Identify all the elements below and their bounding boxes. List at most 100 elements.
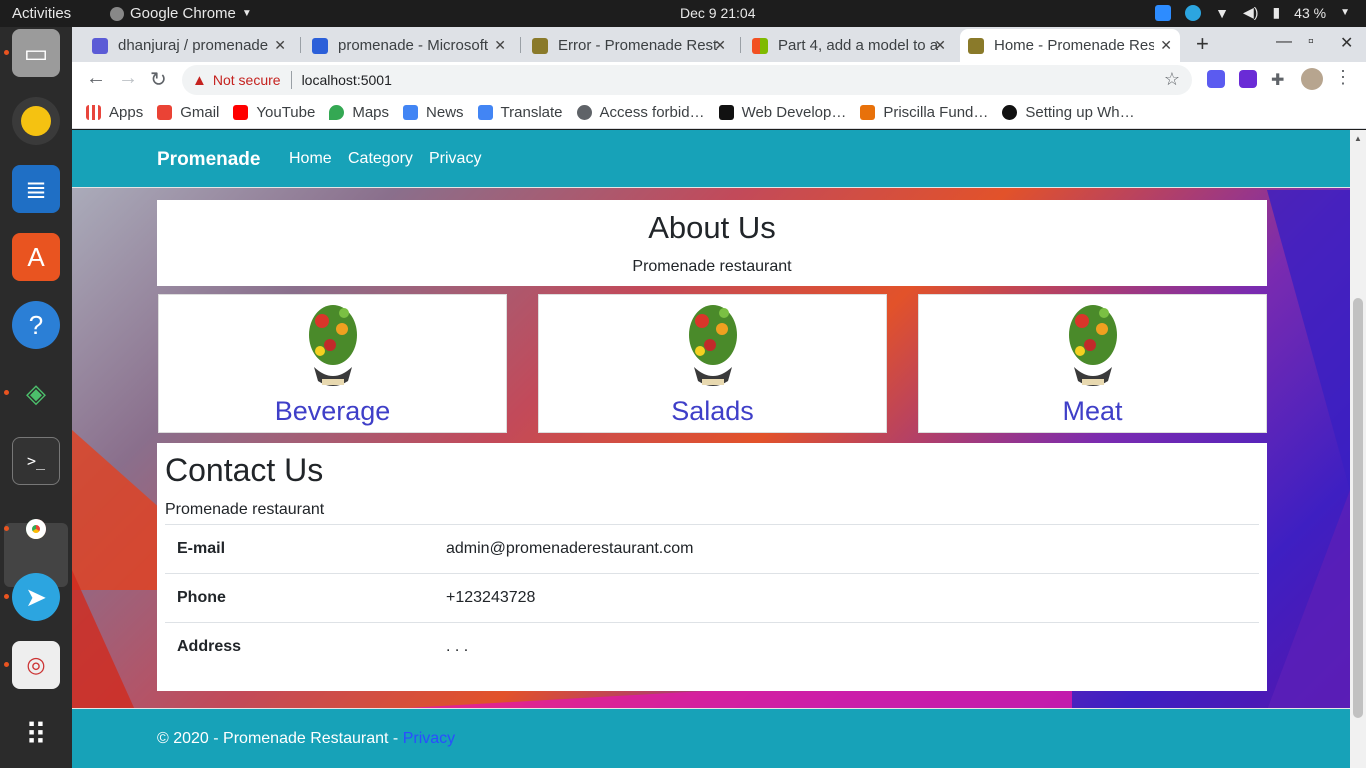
app-menu[interactable]: Google Chrome ▼: [110, 5, 252, 22]
footer-text: © 2020 - Promenade Restaurant - Privacy: [157, 730, 455, 748]
chrome-menu-icon[interactable]: ⋮: [1334, 67, 1352, 88]
bookmark-translate[interactable]: Translate: [477, 104, 563, 121]
about-text: Promenade restaurant: [632, 258, 792, 275]
chevron-down-icon[interactable]: ▼: [1340, 7, 1350, 18]
bookmark-label: Access forbid…: [599, 103, 705, 121]
table-row: E-mail admin@promenaderestaurant.com: [165, 524, 1259, 574]
category-label[interactable]: Beverage: [159, 396, 506, 427]
footer-privacy-link[interactable]: Privacy: [403, 730, 455, 747]
extensions-puzzle-icon[interactable]: ✚: [1271, 70, 1289, 89]
page-scrollbar[interactable]: ▲: [1350, 130, 1366, 768]
close-window-button[interactable]: ✕: [1340, 33, 1353, 53]
tab-title: dhanjuraj / promenade: [118, 37, 269, 54]
copyright-text: © 2020 - Promenade Restaurant -: [157, 730, 403, 747]
github-favicon-icon: [92, 37, 108, 54]
tab-github[interactable]: dhanjuraj / promenade ✕: [84, 29, 294, 62]
bookmark-maps[interactable]: Maps: [329, 104, 389, 121]
wifi-icon[interactable]: ▼: [1215, 5, 1229, 21]
back-button[interactable]: ←: [86, 67, 106, 90]
category-card-beverage[interactable]: Beverage: [158, 294, 507, 433]
running-indicator: [4, 594, 9, 599]
software-center-icon[interactable]: A: [12, 233, 60, 281]
telegram-tray-icon[interactable]: [1185, 4, 1202, 21]
contact-subtitle: Promenade restaurant: [165, 501, 325, 518]
nav-privacy[interactable]: Privacy: [429, 150, 481, 168]
running-indicator: [4, 662, 9, 667]
maximize-button[interactable]: ▫: [1308, 33, 1314, 51]
bookmark-priscilla[interactable]: Priscilla Fund…: [860, 104, 988, 121]
category-label[interactable]: Meat: [919, 396, 1266, 427]
tab-home-active[interactable]: Home - Promenade Res ✕: [960, 29, 1180, 62]
contact-section: Contact Us Promenade restaurant E-mail a…: [157, 443, 1267, 691]
divider: [290, 71, 292, 89]
new-tab-button[interactable]: +: [1196, 31, 1209, 57]
category-label[interactable]: Salads: [539, 396, 886, 427]
close-tab-icon[interactable]: ✕: [274, 37, 286, 54]
bookmark-gmail[interactable]: Gmail: [157, 104, 219, 121]
site-brand[interactable]: Promenade: [157, 149, 260, 171]
forward-button[interactable]: →: [118, 67, 138, 90]
tab-microsoft-docs[interactable]: Part 4, add a model to a ✕: [744, 29, 954, 62]
volume-icon[interactable]: ◀): [1243, 4, 1258, 21]
tab-error[interactable]: Error - Promenade Rest ✕: [524, 29, 734, 62]
contact-value: admin@promenaderestaurant.com: [434, 524, 1259, 574]
bookmark-setting-up[interactable]: Setting up Wh…: [1002, 104, 1135, 121]
warning-icon[interactable]: ▲: [192, 72, 207, 89]
contact-key: Address: [165, 622, 434, 672]
address-bar[interactable]: ▲ Not secure localhost:5001 ☆: [182, 65, 1192, 95]
profile-avatar[interactable]: [1301, 68, 1323, 90]
bookmark-access-forbidden[interactable]: Access forbid…: [576, 103, 705, 121]
running-indicator: [4, 50, 9, 55]
help-icon[interactable]: ?: [12, 301, 60, 349]
tab-strip: dhanjuraj / promenade ✕ promenade - Micr…: [72, 27, 1366, 62]
tab-separator: [300, 37, 301, 53]
close-tab-icon[interactable]: ✕: [714, 37, 726, 54]
contact-title: Contact Us: [165, 452, 324, 488]
close-tab-icon[interactable]: ✕: [494, 37, 506, 54]
news-icon: [403, 104, 419, 120]
close-tab-icon[interactable]: ✕: [1160, 37, 1172, 54]
running-indicator: [4, 390, 9, 395]
url-text[interactable]: localhost:5001: [302, 72, 392, 88]
bookmark-web-development[interactable]: Web Develop…: [718, 104, 846, 121]
clock[interactable]: Dec 9 21:04: [680, 5, 756, 21]
zoom-extension-icon[interactable]: [1207, 70, 1225, 88]
category-card-salads[interactable]: Salads: [538, 294, 887, 433]
close-tab-icon[interactable]: ✕: [934, 37, 946, 54]
site-footer: © 2020 - Promenade Restaurant - Privacy: [72, 708, 1350, 768]
bookmark-label: Maps: [352, 103, 390, 121]
page-viewport[interactable]: Promenade Home Category Privacy About Us…: [72, 130, 1350, 768]
anydesk-icon[interactable]: ◈: [12, 369, 60, 417]
zoom-tray-icon[interactable]: [1155, 4, 1172, 21]
nav-category[interactable]: Category: [348, 150, 413, 168]
bookmark-youtube[interactable]: YouTube: [233, 104, 315, 121]
minimize-button[interactable]: —: [1276, 33, 1292, 51]
contact-value: . . .: [434, 622, 1259, 672]
screen-extension-icon[interactable]: [1239, 70, 1257, 88]
files-icon[interactable]: ▭: [12, 29, 60, 77]
vegetables-image: [302, 301, 364, 393]
rhythmbox-icon[interactable]: [12, 97, 60, 145]
show-applications-icon[interactable]: ⠿: [12, 711, 60, 759]
scrollbar-thumb[interactable]: [1353, 298, 1363, 718]
reload-button[interactable]: ↻: [150, 67, 167, 92]
activities-button[interactable]: Activities: [12, 5, 71, 22]
chrome-icon[interactable]: [12, 505, 60, 553]
scroll-up-icon[interactable]: ▲: [1354, 134, 1362, 143]
security-label[interactable]: Not secure: [213, 72, 281, 88]
site-icon: [1002, 104, 1018, 120]
libreoffice-writer-icon[interactable]: ≣: [12, 165, 60, 213]
terminal-icon[interactable]: >_: [12, 437, 60, 485]
system-tray[interactable]: ▼ ◀) ▮ 43 % ▼: [1155, 4, 1350, 21]
moodle-icon: [860, 104, 876, 120]
document-viewer-icon[interactable]: ◎: [12, 641, 60, 689]
telegram-icon[interactable]: ➤: [12, 573, 60, 621]
bookmark-news[interactable]: News: [403, 104, 464, 121]
bookmark-label: Priscilla Fund…: [883, 103, 989, 121]
nav-home[interactable]: Home: [289, 150, 332, 168]
bookmark-star-icon[interactable]: ☆: [1164, 69, 1180, 90]
bookmark-apps[interactable]: Apps: [86, 104, 143, 121]
category-card-meat[interactable]: Meat: [918, 294, 1267, 433]
tab-azure[interactable]: promenade - Microsoft ✕: [304, 29, 514, 62]
battery-icon[interactable]: ▮: [1272, 4, 1280, 21]
